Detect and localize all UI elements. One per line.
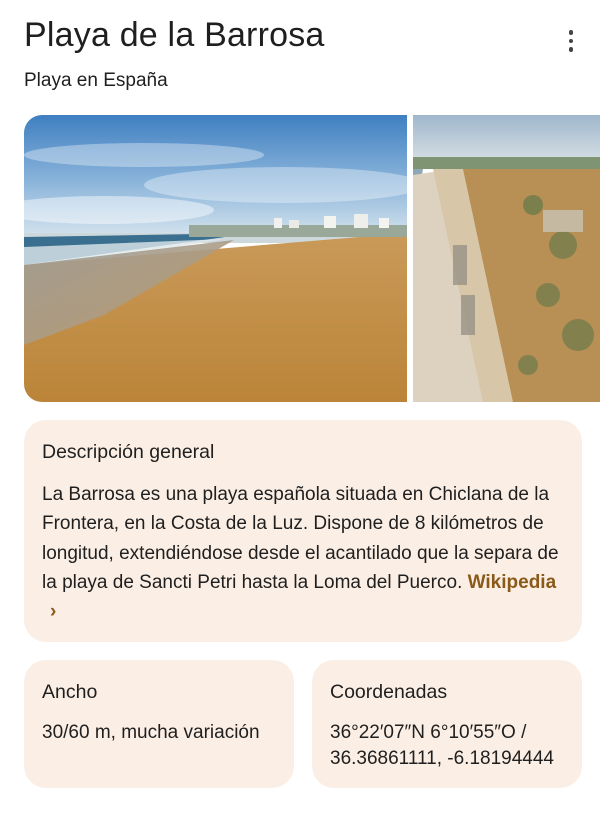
coordinates-label: Coordenadas xyxy=(330,681,448,703)
coordinates-value[interactable]: 36°22′07″N 6°10′55″O / 36.36861111, -6.1… xyxy=(330,720,570,772)
coordinates-card: Coordenadas 36°22′07″N 6°10′55″O / 36.36… xyxy=(312,660,582,788)
place-subtitle: Playa en España xyxy=(24,70,168,91)
overview-card: Descripción general La Barrosa es una pl… xyxy=(24,420,582,642)
beach-photo-2-image xyxy=(413,115,600,402)
overview-heading: Descripción general xyxy=(42,441,215,463)
more-options-icon[interactable] xyxy=(556,28,586,54)
place-title: Playa de la Barrosa xyxy=(24,16,325,54)
overview-description: La Barrosa es una playa española situada… xyxy=(42,480,570,626)
beach-photo-2[interactable] xyxy=(413,115,600,402)
width-value: 30/60 m, mucha variación xyxy=(42,722,260,743)
wikipedia-link-label: Wikipedia xyxy=(467,571,557,593)
beach-photo-1-image xyxy=(24,115,407,402)
chevron-right-icon: › xyxy=(50,601,57,623)
width-card: Ancho 30/60 m, mucha variación xyxy=(24,660,294,788)
width-label: Ancho xyxy=(42,681,98,703)
beach-photo-1[interactable] xyxy=(24,115,407,402)
